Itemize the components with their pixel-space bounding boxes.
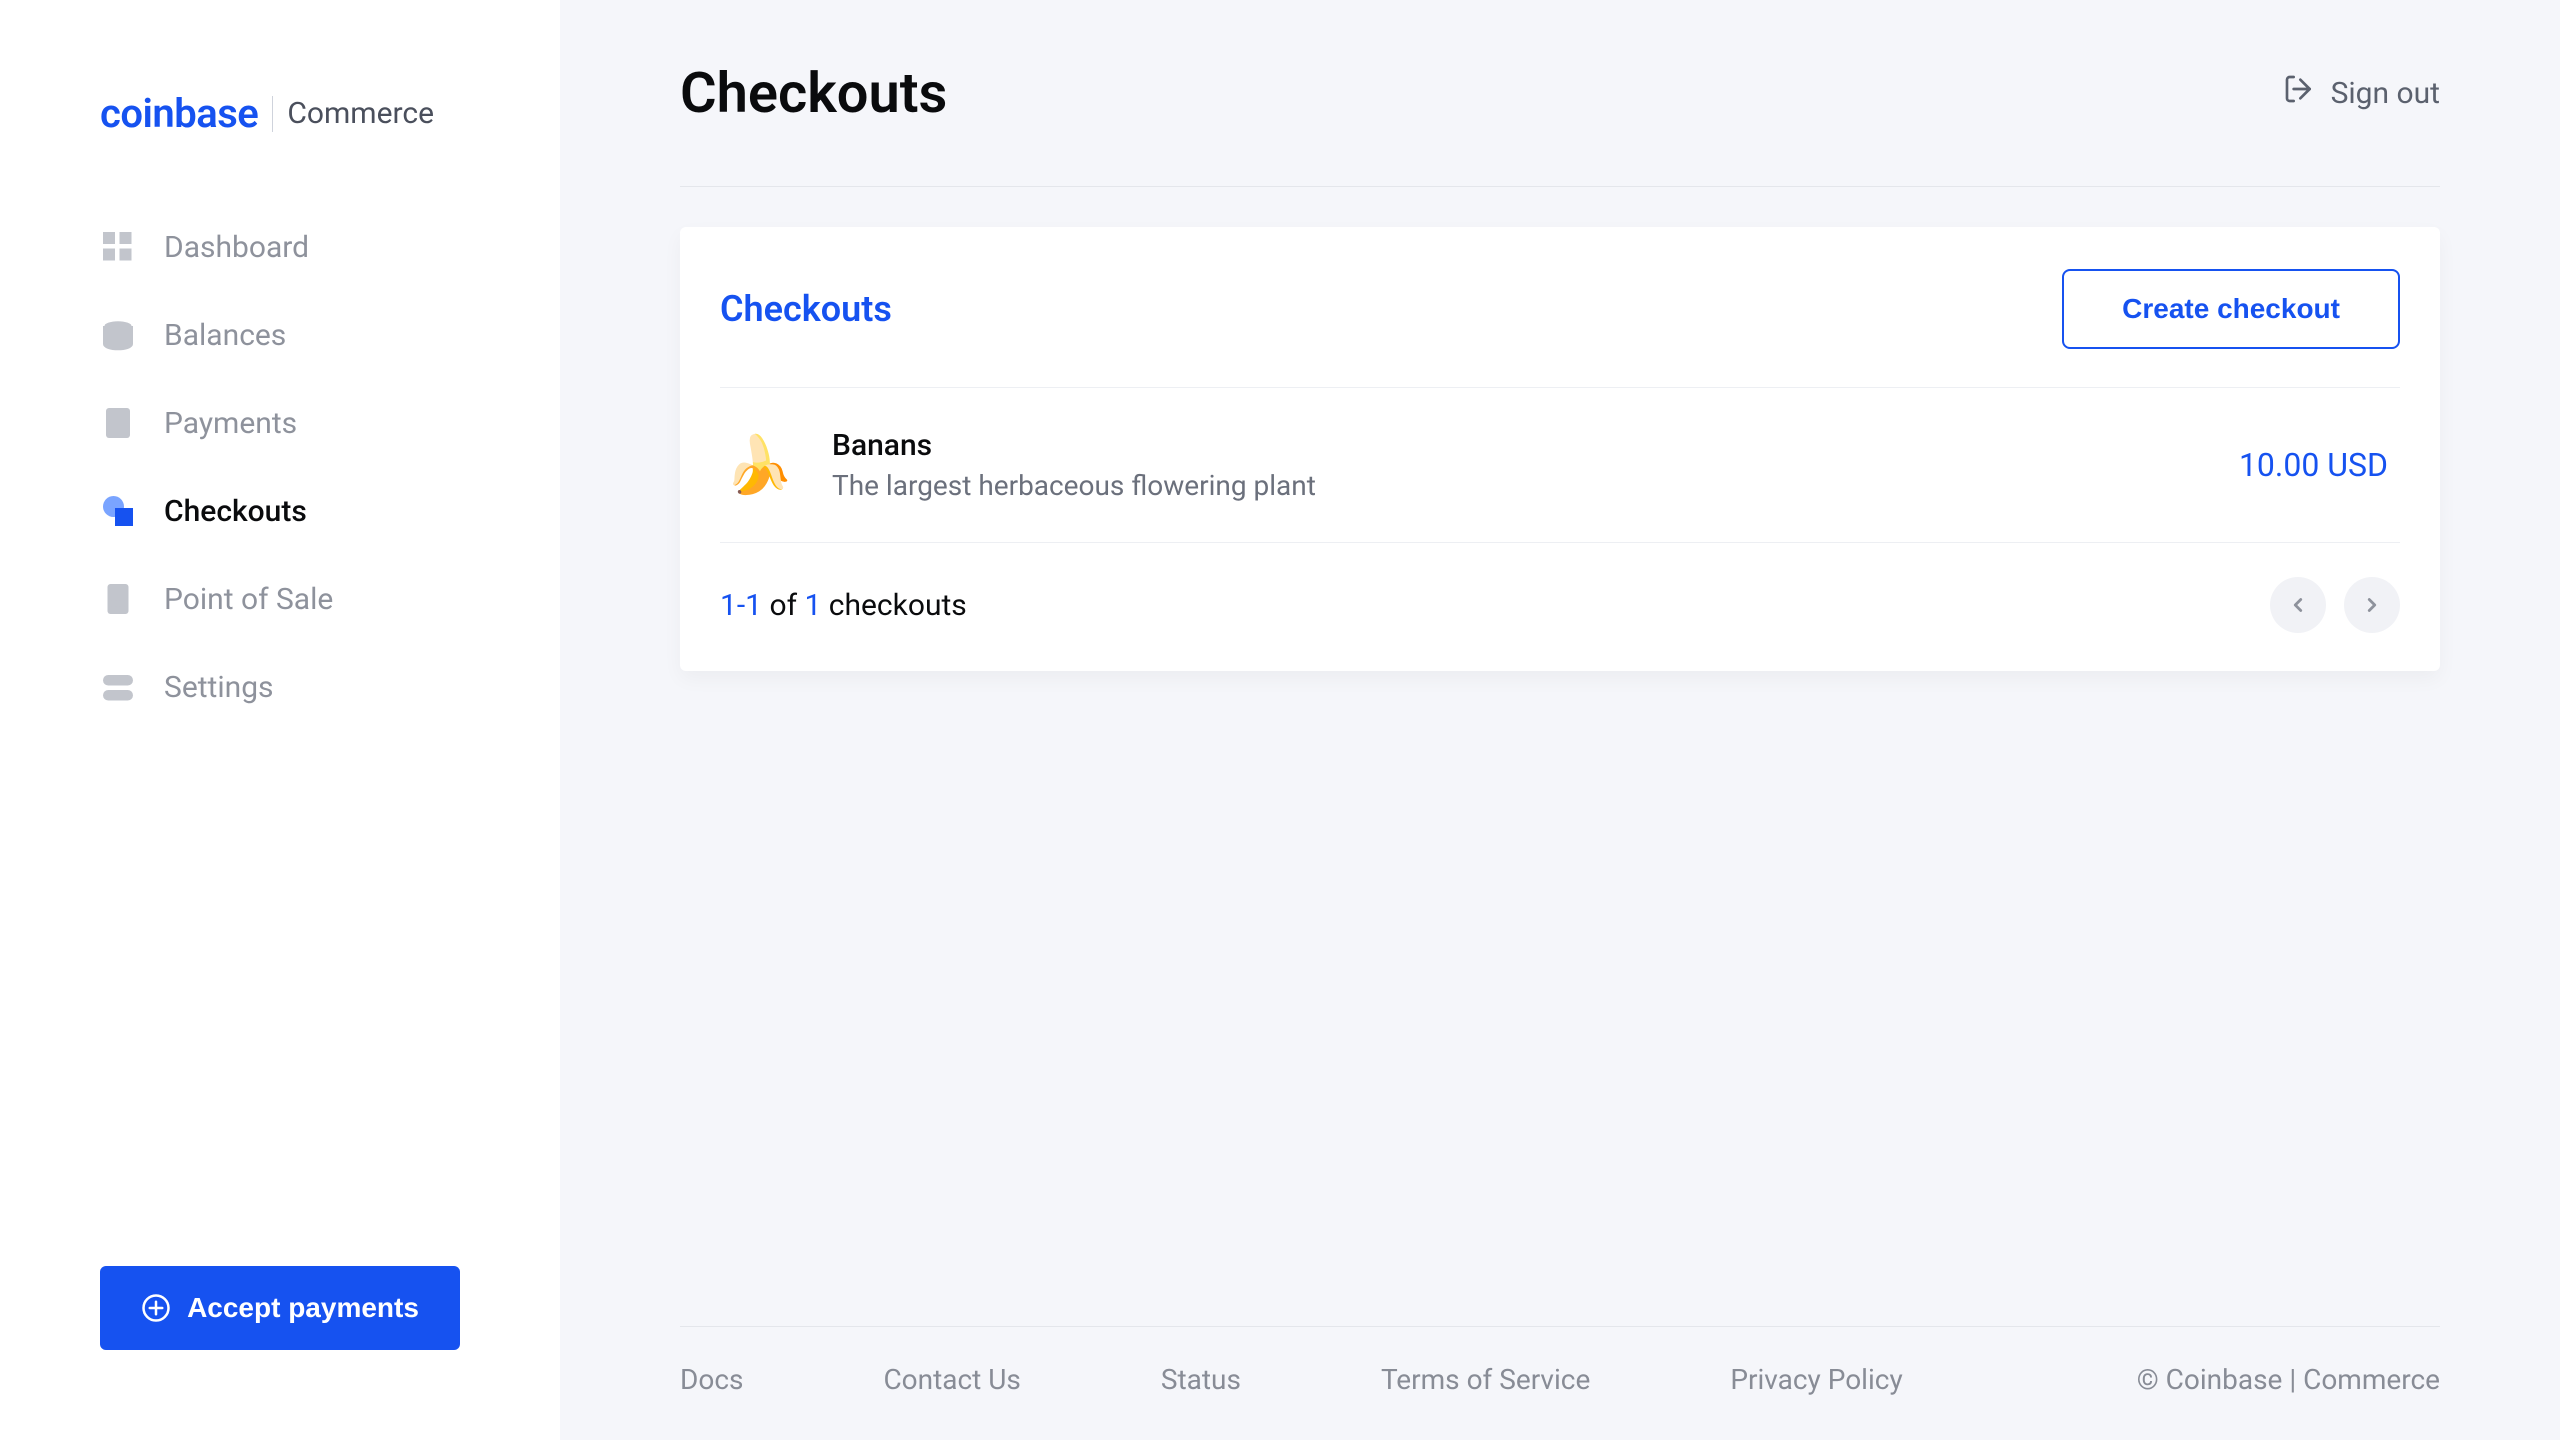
sidebar-item-label: Point of Sale (164, 582, 333, 617)
page-title: Checkouts (680, 60, 947, 126)
counter-total: 1 (804, 588, 821, 623)
sidebar: coinbase Commerce Dashboard Balances Pay… (0, 0, 560, 1440)
footer: Docs Contact Us Status Terms of Service … (680, 1326, 2440, 1440)
checkout-row[interactable]: 🍌 Banans The largest herbaceous flowerin… (720, 388, 2400, 542)
sign-out-link[interactable]: Sign out (2283, 73, 2440, 113)
sign-out-label: Sign out (2331, 76, 2440, 111)
checkout-name: Banans (832, 428, 2205, 463)
sidebar-item-label: Payments (164, 406, 297, 441)
checkouts-card: Checkouts Create checkout 🍌 Banans The l… (680, 227, 2440, 671)
plus-circle-icon (141, 1293, 171, 1323)
main-header: Checkouts Sign out (680, 40, 2440, 186)
sidebar-item-label: Settings (164, 670, 274, 705)
brand-sub: Commerce (287, 96, 434, 131)
sidebar-item-payments[interactable]: Payments (60, 383, 500, 463)
brand-divider (272, 96, 273, 132)
accept-payments-button[interactable]: Accept payments (100, 1266, 460, 1350)
sidebar-nav: Dashboard Balances Payments Checkouts Po (0, 207, 560, 727)
card-footer: 1-1 of 1 checkouts (720, 543, 2400, 671)
counter-suffix: checkouts (829, 588, 967, 623)
signout-icon (2283, 73, 2315, 113)
pagination-counter: 1-1 of 1 checkouts (720, 588, 967, 623)
chevron-left-icon (2287, 594, 2309, 616)
footer-copyright: © Coinbase | Commerce (2137, 1363, 2440, 1396)
card-header: Checkouts Create checkout (720, 269, 2400, 387)
sidebar-item-dashboard[interactable]: Dashboard (60, 207, 500, 287)
footer-links: Docs Contact Us Status Terms of Service … (680, 1363, 1903, 1396)
sidebar-item-pos[interactable]: Point of Sale (60, 559, 500, 639)
chevron-right-icon (2361, 594, 2383, 616)
pager (2270, 577, 2400, 633)
sidebar-item-settings[interactable]: Settings (60, 647, 500, 727)
checkout-desc: The largest herbaceous flowering plant (832, 469, 2205, 502)
checkouts-icon (100, 493, 136, 529)
sidebar-item-label: Checkouts (164, 494, 307, 529)
footer-link-docs[interactable]: Docs (680, 1363, 743, 1396)
calculator-icon (100, 581, 136, 617)
sidebar-item-balances[interactable]: Balances (60, 295, 500, 375)
accept-payments-label: Accept payments (187, 1292, 419, 1324)
pager-prev-button[interactable] (2270, 577, 2326, 633)
pager-next-button[interactable] (2344, 577, 2400, 633)
product-thumb: 🍌 (720, 426, 798, 504)
brand-main: coinbase (100, 90, 258, 137)
checkout-text: Banans The largest herbaceous flowering … (832, 428, 2205, 502)
footer-link-tos[interactable]: Terms of Service (1381, 1363, 1590, 1396)
toggles-icon (100, 669, 136, 705)
grid-icon (100, 229, 136, 265)
brand-logo: coinbase Commerce (0, 90, 560, 207)
sidebar-item-label: Balances (164, 318, 286, 353)
footer-link-privacy[interactable]: Privacy Policy (1730, 1363, 1902, 1396)
counter-of: of (769, 588, 797, 623)
footer-link-contact[interactable]: Contact Us (883, 1363, 1020, 1396)
sidebar-item-label: Dashboard (164, 230, 309, 265)
coins-icon (100, 317, 136, 353)
receipt-icon (100, 405, 136, 441)
card-title: Checkouts (720, 288, 892, 330)
banana-icon: 🍌 (724, 432, 794, 498)
footer-link-status[interactable]: Status (1161, 1363, 1241, 1396)
checkout-price: 10.00 USD (2239, 446, 2400, 484)
divider (680, 186, 2440, 187)
create-checkout-button[interactable]: Create checkout (2062, 269, 2400, 349)
sidebar-item-checkouts[interactable]: Checkouts (60, 471, 500, 551)
counter-range: 1-1 (720, 588, 762, 623)
main: Checkouts Sign out Checkouts Create chec… (560, 0, 2560, 1440)
